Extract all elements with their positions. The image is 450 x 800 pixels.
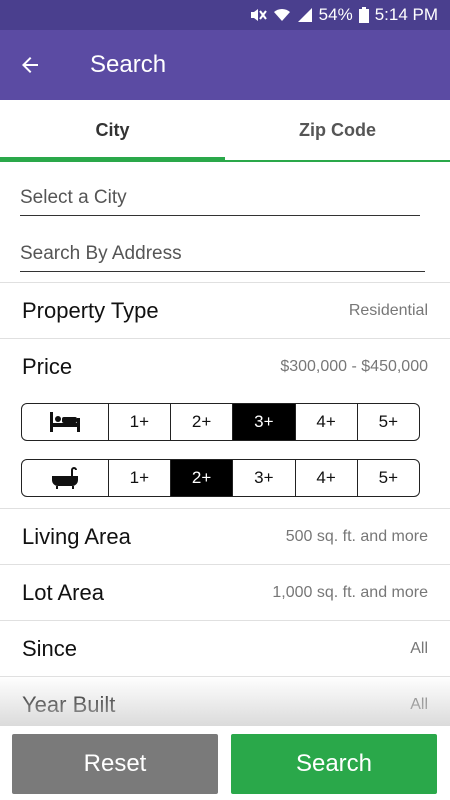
beds-option[interactable]: 1+ [107,404,170,440]
reset-button[interactable]: Reset [12,734,218,794]
row-value: 1,000 sq. ft. and more [272,583,428,601]
status-bar: 54% 5:14 PM [0,0,450,30]
beds-option[interactable]: 4+ [294,404,357,440]
wifi-icon [273,7,291,23]
year-built-row[interactable]: Year Built All [0,676,450,732]
row-label: Living Area [22,523,131,549]
bed-icon [22,404,108,440]
app-bar: Search [0,30,450,100]
baths-option[interactable]: 1+ [107,460,170,496]
city-select-field[interactable]: Select a City [20,187,420,216]
row-label: Year Built [22,691,116,717]
address-search-field[interactable]: Search By Address [20,243,425,272]
baths-option-selected[interactable]: 2+ [170,460,233,496]
signal-icon [297,7,313,23]
row-value: 500 sq. ft. and more [285,527,428,545]
row-value: $300,000 - $450,000 [280,357,428,375]
baths-option[interactable]: 3+ [232,460,294,496]
beds-option-selected[interactable]: 3+ [232,404,295,440]
beds-option[interactable]: 5+ [356,404,419,440]
mute-icon [249,7,267,23]
row-label: Lot Area [22,579,104,605]
row-value: All [410,695,428,713]
clock: 5:14 PM [374,5,438,24]
living-area-row[interactable]: Living Area 500 sq. ft. and more [0,508,450,564]
beds-option[interactable]: 2+ [170,404,232,440]
property-type-row[interactable]: Property Type Residential [0,282,450,338]
since-row[interactable]: Since All [0,620,450,676]
back-button[interactable] [0,30,60,100]
row-label: Price [22,353,73,379]
row-label: Since [22,635,78,661]
price-row[interactable]: Price $300,000 - $450,000 [0,338,450,394]
row-label: Property Type [22,297,159,323]
battery-percent: 54% [318,5,353,24]
baths-option[interactable]: 4+ [294,460,357,496]
tab-zip-code[interactable]: Zip Code [225,100,450,160]
bathtub-icon [22,460,108,496]
baths-option[interactable]: 5+ [356,460,419,496]
row-value: All [410,639,428,657]
battery-icon [358,7,369,23]
search-button[interactable]: Search [231,734,437,794]
beds-selector: 1+ 2+ 3+ 4+ 5+ [21,403,420,441]
arrow-left-icon [22,57,38,73]
lot-area-row[interactable]: Lot Area 1,000 sq. ft. and more [0,564,450,620]
page-title: Search [90,51,167,78]
tab-city[interactable]: City [0,100,225,162]
search-tabs: City Zip Code [0,100,450,162]
action-bar: Reset Search [0,726,450,800]
row-value: Residential [348,301,428,319]
baths-selector: 1+ 2+ 3+ 4+ 5+ [21,459,420,497]
